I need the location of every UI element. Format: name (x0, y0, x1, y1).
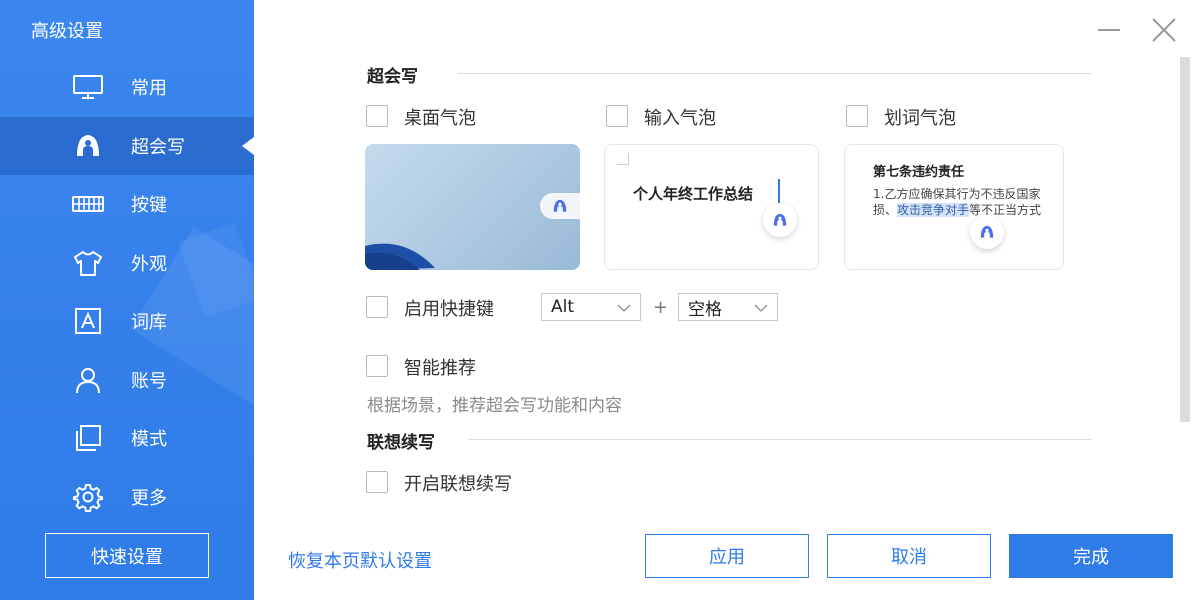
sidebar-nav: 常用 超会写 按键 外观 词库 账号 模式 更多 (0, 58, 254, 526)
cancel-button[interactable]: 取消 (827, 534, 991, 578)
restore-defaults-link[interactable]: 恢复本页默认设置 (288, 547, 432, 573)
chevron-down-icon (753, 300, 769, 320)
corner-mark (617, 153, 629, 165)
desktop-bubble-pill (540, 193, 580, 219)
preview-document-title: 个人年终工作总结 (633, 185, 754, 203)
preview-clause-line: 损、攻击竞争对手等不正当方式 (873, 201, 1041, 218)
select-bubble-label: 划词气泡 (884, 108, 956, 129)
sidebar-item-label: 常用 (131, 78, 167, 100)
text-caret (778, 179, 780, 203)
section-title-chaohuixie: 超会写 (367, 67, 418, 87)
shortcut-label: 启用快捷键 (404, 299, 494, 320)
monitor-icon (72, 71, 104, 103)
sidebar-item-label: 按键 (131, 195, 167, 217)
shortcut-modifier-value: Alt (551, 297, 575, 317)
layers-icon (72, 422, 104, 454)
sidebar-item-more[interactable]: 更多 (0, 468, 254, 527)
shortcut-key-select[interactable]: 空格 (678, 293, 778, 321)
keyboard-icon (72, 188, 104, 220)
section-divider (468, 439, 1092, 440)
sidebar-item-appearance[interactable]: 外观 (0, 234, 254, 293)
shortcut-modifier-select[interactable]: Alt (541, 293, 641, 321)
smart-recommend-checkbox[interactable] (366, 355, 388, 377)
continue-writing-checkbox[interactable] (366, 471, 388, 493)
section-title-continue: 联想续写 (367, 433, 435, 453)
tshirt-icon (72, 247, 104, 279)
sidebar-item-label: 模式 (131, 429, 167, 451)
sidebar-title: 高级设置 (31, 21, 103, 42)
sidebar-item-mode[interactable]: 模式 (0, 409, 254, 468)
minimize-button[interactable] (1098, 29, 1120, 31)
scrollbar[interactable] (1180, 57, 1190, 422)
gear-icon (72, 481, 104, 513)
section-divider (458, 73, 1092, 74)
preview-clause-title: 第七条违约责任 (873, 165, 965, 180)
desktop-bubble-checkbox[interactable] (366, 105, 388, 127)
smart-recommend-label: 智能推荐 (404, 358, 476, 379)
sidebar-item-label: 超会写 (131, 136, 185, 158)
brand-a-icon (553, 199, 567, 212)
done-button[interactable]: 完成 (1009, 534, 1173, 578)
sidebar-item-lexicon[interactable]: 词库 (0, 292, 254, 351)
shortcut-checkbox[interactable] (366, 296, 388, 318)
plus-sign: + (653, 297, 669, 318)
sidebar-item-label: 账号 (131, 370, 167, 392)
brand-a-icon (980, 225, 994, 238)
input-bubble-checkbox[interactable] (606, 105, 628, 127)
sidebar-item-account[interactable]: 账号 (0, 351, 254, 410)
shortcut-key-value: 空格 (688, 299, 722, 320)
sidebar-item-keys[interactable]: 按键 (0, 175, 254, 234)
sidebar-item-label: 更多 (131, 487, 167, 509)
user-icon (72, 364, 104, 396)
desktop-bubble-label: 桌面气泡 (404, 108, 476, 129)
select-bubble-preview: 第七条违约责任 1.乙方应确保其行为不违反国家 损、攻击竞争对手等不正当方式 (844, 144, 1064, 270)
continue-writing-label: 开启联想续写 (404, 474, 512, 495)
sidebar-item-label: 词库 (131, 312, 167, 334)
input-bubble-label: 输入气泡 (644, 108, 716, 129)
sidebar-item-common[interactable]: 常用 (0, 58, 254, 117)
preview-text: 等不正当方式 (969, 203, 1042, 217)
close-button[interactable] (1150, 16, 1178, 44)
smart-recommend-description: 根据场景，推荐超会写功能和内容 (367, 396, 622, 416)
sidebar-item-chaohuixie[interactable]: 超会写 (0, 116, 254, 175)
close-icon (1152, 18, 1176, 42)
sidebar: 高级设置 常用 超会写 按键 外观 词库 账号 模式 更多 快速设置 (0, 0, 254, 600)
select-bubble-checkbox[interactable] (846, 105, 868, 127)
brand-a-icon (72, 130, 104, 162)
select-bubble-icon (970, 215, 1004, 249)
sidebar-item-label: 外观 (131, 253, 167, 275)
input-bubble-icon (763, 203, 797, 237)
apply-button[interactable]: 应用 (645, 534, 809, 578)
scrollbar-thumb[interactable] (1180, 57, 1190, 422)
preview-clause-line: 1.乙方应确保其行为不违反国家 (873, 187, 1041, 201)
chevron-down-icon (616, 300, 632, 320)
lexicon-a-icon (72, 305, 104, 337)
preview-text: 损、 (873, 203, 898, 217)
brand-a-icon (773, 213, 787, 226)
highlighted-text: 攻击竞争对手 (897, 203, 970, 217)
quick-settings-button[interactable]: 快速设置 (45, 533, 209, 578)
input-bubble-preview: 个人年终工作总结 (604, 144, 819, 270)
